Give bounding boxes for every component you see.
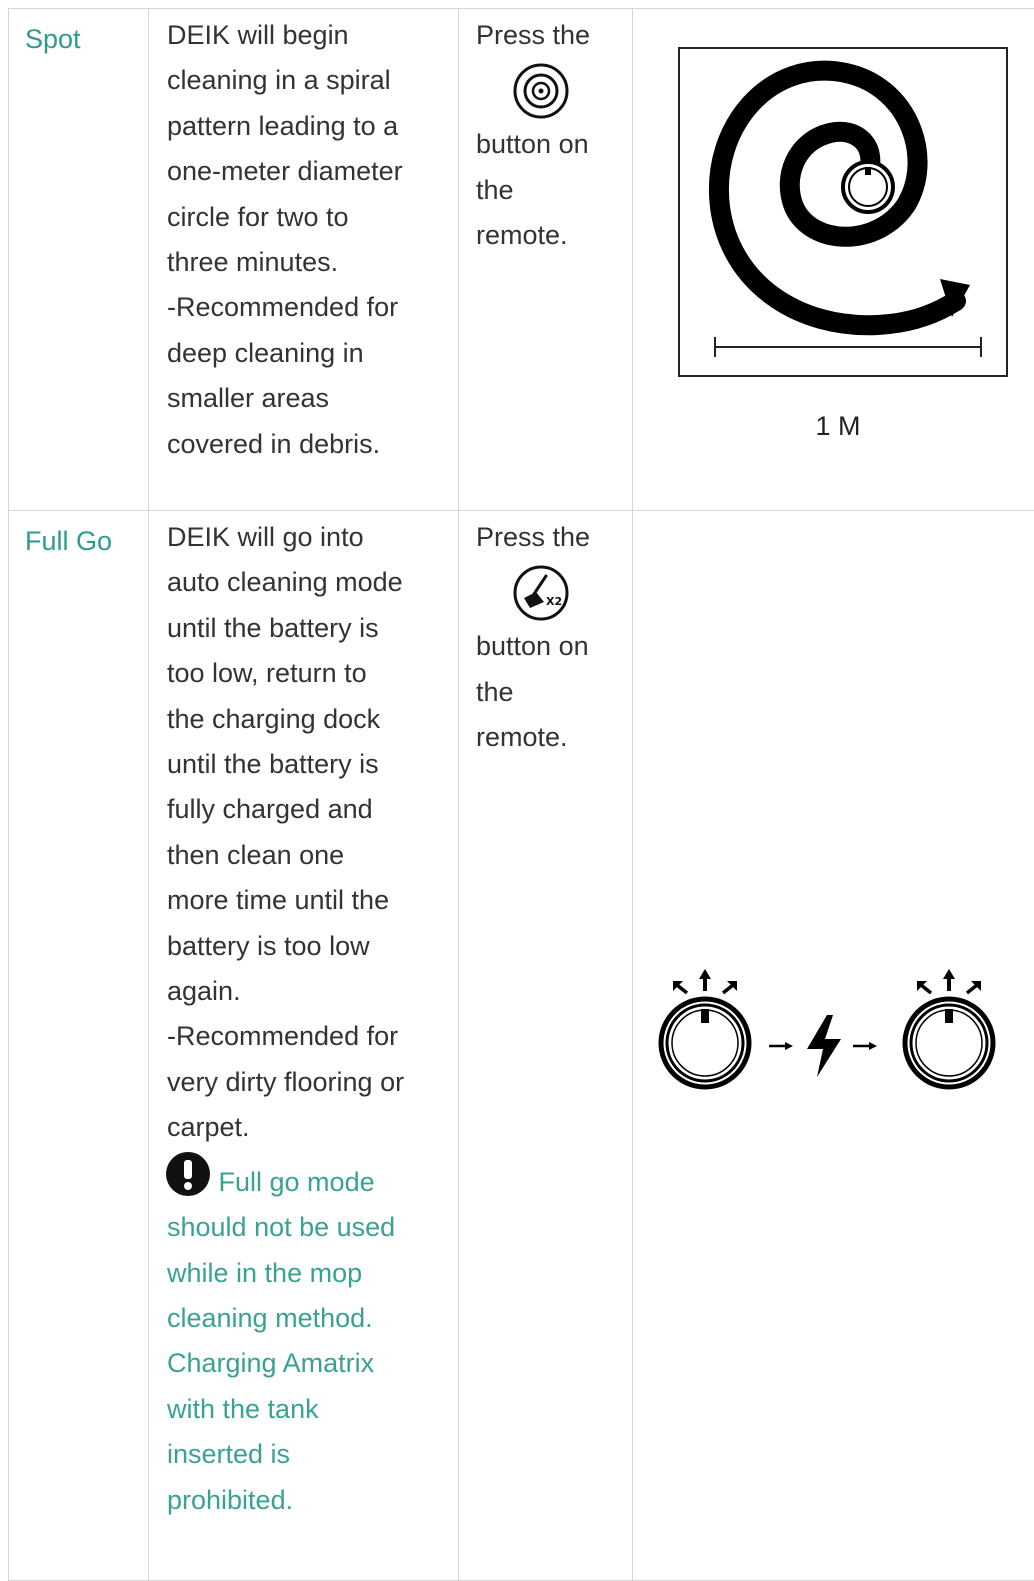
desc-line: circle for two to [167,195,448,240]
desc-line: again. [167,969,448,1014]
desc-line: three minutes. [167,240,448,285]
warning-text: Full go mode [219,1167,375,1197]
press-text: button on [476,122,624,167]
desc-line: carpet. [167,1105,448,1150]
warning-line: inserted is [167,1432,448,1477]
warning-note: Full go mode should not be used while in… [167,1151,448,1523]
full-go-x2-icon: X2 [512,564,572,622]
exclamation-icon [165,1151,211,1197]
svg-text:X2: X2 [546,595,562,608]
desc-line: covered in debris. [167,422,448,467]
desc-line: DEIK will go into [167,515,448,560]
warning-line: cleaning method. [167,1296,448,1341]
desc-line: DEIK will begin [167,13,448,58]
description-cell: DEIK will begin cleaning in a spiral pat… [149,9,459,511]
press-text: Press the [476,13,624,58]
mode-name-spot: Spot [9,9,148,61]
warning-first-line: Full go mode [167,1151,448,1205]
spot-instruction: Press the button on the remote. [459,9,632,259]
press-text: Press the [476,515,624,560]
warning-line: with the tank [167,1387,448,1432]
robot-vacuum-icon [905,969,993,1087]
desc-line: deep cleaning in [167,331,448,376]
desc-line: until the battery is [167,742,448,787]
press-text: remote. [476,213,624,258]
desc-line: then clean one [167,833,448,878]
desc-line: pattern leading to a [167,104,448,149]
illustration-cell: 1 M [633,9,1034,511]
instruction-cell: Press the X2 button on the remote. [459,511,633,1581]
desc-line: too low, return to [167,651,448,696]
desc-line: -Recommended for [167,1014,448,1059]
full-go-description: DEIK will go into auto cleaning mode unt… [149,511,458,1523]
instruction-cell: Press the button on the remote. [459,9,633,511]
desc-line: very dirty flooring or [167,1060,448,1105]
illustration-cell [633,511,1034,1581]
press-text: the [476,168,624,213]
desc-line: auto cleaning mode [167,560,448,605]
desc-line: cleaning in a spiral [167,58,448,103]
mode-name-full-go: Full Go [9,511,148,563]
desc-line: battery is too low [167,924,448,969]
press-text: remote. [476,715,624,760]
warning-line: prohibited. [167,1478,448,1523]
spot-description: DEIK will begin cleaning in a spiral pat… [149,9,458,467]
desc-line: the charging dock [167,697,448,742]
desc-line: smaller areas [167,376,448,421]
mode-cell: Spot [9,9,149,511]
full-go-instruction: Press the X2 button on the remote. [459,511,632,761]
scale-label: 1 M [633,411,1034,442]
warning-line: Charging Amatrix [167,1341,448,1386]
desc-line: until the battery is [167,606,448,651]
table-row-spot: Spot DEIK will begin cleaning in a spira… [9,9,1034,511]
warning-line: should not be used [167,1205,448,1250]
robot-vacuum-icon [661,969,749,1087]
desc-line: more time until the [167,878,448,923]
press-text: the [476,670,624,715]
table-row-full-go: Full Go DEIK will go into auto cleaning … [9,511,1034,1581]
robot-charge-robot-cycle-illustration [657,963,1007,1093]
desc-line: fully charged and [167,787,448,832]
warning-line: while in the mop [167,1251,448,1296]
desc-line: one-meter diameter [167,149,448,194]
lightning-icon [807,1015,841,1077]
press-text: button on [476,624,624,669]
cleaning-modes-table: Spot DEIK will begin cleaning in a spira… [8,8,1034,1581]
description-cell: DEIK will go into auto cleaning mode unt… [149,511,459,1581]
mode-cell: Full Go [9,511,149,1581]
spiral-cleaning-pattern-illustration [678,47,1008,377]
spot-spiral-icon [512,62,570,120]
desc-line: -Recommended for [167,285,448,330]
